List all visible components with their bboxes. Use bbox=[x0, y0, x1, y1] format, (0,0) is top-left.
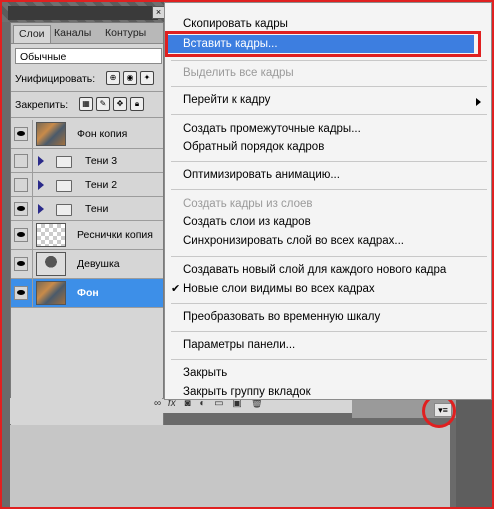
layer-name: Реснички копия bbox=[77, 229, 153, 241]
column-divider bbox=[32, 250, 33, 278]
menu-separator bbox=[171, 331, 487, 332]
layer-row-selected[interactable]: Фон bbox=[11, 279, 163, 308]
panel-tabs: Слои Каналы Контуры bbox=[11, 23, 163, 44]
link-icon[interactable]: ∞ bbox=[154, 398, 161, 409]
layer-row[interactable]: Фон копия bbox=[11, 120, 163, 149]
tab-channels[interactable]: Каналы bbox=[49, 25, 96, 42]
menu-select-all-frames: Выделить все кадры bbox=[183, 67, 294, 79]
tab-layers[interactable]: Слои bbox=[13, 25, 51, 43]
layer-row[interactable]: Тени 2 bbox=[11, 173, 163, 197]
lock-brush-icon[interactable]: ✎ bbox=[96, 97, 110, 111]
animation-panel-menu: Скопировать кадры Вставить кадры... Выде… bbox=[164, 2, 492, 400]
check-icon: ✔ bbox=[171, 283, 181, 295]
eye-icon[interactable] bbox=[14, 201, 28, 216]
layers-list: Фон копия Тени 3 Тени 2 Тени Реснички ко… bbox=[11, 120, 163, 308]
eye-icon[interactable] bbox=[14, 286, 28, 300]
menu-separator bbox=[171, 359, 487, 360]
menu-match-layer[interactable]: Синхронизировать слой во всех кадрах... bbox=[183, 235, 404, 247]
expand-triangle-icon[interactable] bbox=[38, 203, 44, 214]
column-divider bbox=[32, 120, 33, 148]
unify-style-icon[interactable]: ✦ bbox=[140, 71, 154, 85]
lock-buttons: ▦ ✎ ✥ 🔒︎ bbox=[79, 97, 159, 113]
layer-row[interactable]: Девушка bbox=[11, 250, 163, 279]
folder-icon bbox=[56, 179, 72, 192]
menu-go-to-frame[interactable]: Перейти к кадру bbox=[183, 94, 270, 106]
layer-name: Фон bbox=[77, 287, 99, 299]
panel-dock-bar bbox=[8, 6, 158, 20]
layer-row[interactable]: Тени 3 bbox=[11, 149, 163, 173]
layer-name: Тени bbox=[85, 202, 109, 215]
eye-icon[interactable] bbox=[14, 257, 28, 271]
submenu-arrow-icon bbox=[476, 98, 481, 106]
lock-label: Закрепить: bbox=[15, 99, 69, 111]
column-divider bbox=[32, 173, 33, 196]
eye-icon[interactable] bbox=[14, 153, 28, 168]
eye-icon[interactable] bbox=[14, 228, 28, 242]
divider bbox=[11, 117, 163, 118]
menu-optimize[interactable]: Оптимизировать анимацию... bbox=[183, 169, 340, 181]
layer-row[interactable]: Реснички копия bbox=[11, 221, 163, 250]
menu-panel-options[interactable]: Параметры панели... bbox=[183, 339, 295, 351]
unify-label: Унифицировать: bbox=[15, 73, 96, 85]
layer-row[interactable]: Тени bbox=[11, 197, 163, 221]
column-divider bbox=[32, 149, 33, 172]
eye-icon[interactable] bbox=[14, 127, 28, 141]
panel-footer bbox=[10, 398, 162, 424]
layer-name: Тени 2 bbox=[85, 178, 118, 191]
layer-name: Девушка bbox=[77, 258, 120, 270]
layer-thumbnail bbox=[36, 281, 66, 305]
menu-separator bbox=[171, 189, 487, 190]
menu-close-tab-group[interactable]: Закрыть группу вкладок bbox=[183, 386, 311, 398]
divider bbox=[11, 91, 163, 92]
menu-separator bbox=[171, 86, 487, 87]
menu-reverse-frames[interactable]: Обратный порядок кадров bbox=[183, 141, 324, 153]
unify-position-icon[interactable]: ⊕ bbox=[106, 71, 120, 85]
layer-thumbnail bbox=[36, 223, 66, 247]
menu-separator bbox=[171, 60, 487, 61]
menu-frames-from-layers: Создать кадры из слоев bbox=[183, 198, 313, 210]
layer-thumbnail bbox=[36, 252, 66, 276]
tab-paths[interactable]: Контуры bbox=[100, 25, 151, 42]
eye-icon[interactable] bbox=[14, 177, 28, 192]
menu-convert-timeline[interactable]: Преобразовать во временную шкалу bbox=[183, 311, 380, 323]
lock-move-icon[interactable]: ✥ bbox=[113, 97, 127, 111]
layers-panel: Слои Каналы Контуры Обычные Унифицироват… bbox=[10, 22, 164, 427]
column-divider bbox=[32, 279, 33, 307]
menu-layers-from-frames[interactable]: Создать слои из кадров bbox=[183, 216, 311, 228]
menu-close[interactable]: Закрыть bbox=[183, 367, 227, 379]
blend-mode-select[interactable]: Обычные bbox=[15, 48, 162, 64]
menu-tween[interactable]: Создать промежуточные кадры... bbox=[183, 123, 361, 135]
menu-copy-frames[interactable]: Скопировать кадры bbox=[183, 18, 288, 30]
folder-icon bbox=[56, 203, 72, 216]
menu-separator bbox=[171, 161, 487, 162]
expand-triangle-icon[interactable] bbox=[38, 179, 44, 190]
expand-triangle-icon[interactable] bbox=[38, 155, 44, 166]
unify-buttons: ⊕ ◉ ✦ bbox=[106, 71, 162, 87]
side-area bbox=[456, 398, 492, 507]
layer-thumbnail bbox=[36, 122, 66, 146]
menu-separator bbox=[171, 303, 487, 304]
layer-name: Фон копия bbox=[77, 128, 128, 140]
menu-new-layers-visible[interactable]: Новые слои видимы во всех кадрах bbox=[183, 283, 375, 295]
menu-new-layer-each-frame[interactable]: Создавать новый слой для каждого нового … bbox=[183, 264, 446, 276]
menu-separator bbox=[171, 114, 487, 115]
lock-all-icon[interactable]: 🔒︎ bbox=[130, 97, 144, 111]
menu-separator bbox=[171, 256, 487, 257]
lock-transparency-icon[interactable]: ▦ bbox=[79, 97, 93, 111]
annotation-box bbox=[165, 31, 481, 57]
column-divider bbox=[32, 221, 33, 249]
workspace-area bbox=[10, 425, 450, 507]
layer-name: Тени 3 bbox=[85, 154, 118, 167]
folder-icon bbox=[56, 155, 72, 168]
unify-visibility-icon[interactable]: ◉ bbox=[123, 71, 137, 85]
column-divider bbox=[32, 197, 33, 220]
